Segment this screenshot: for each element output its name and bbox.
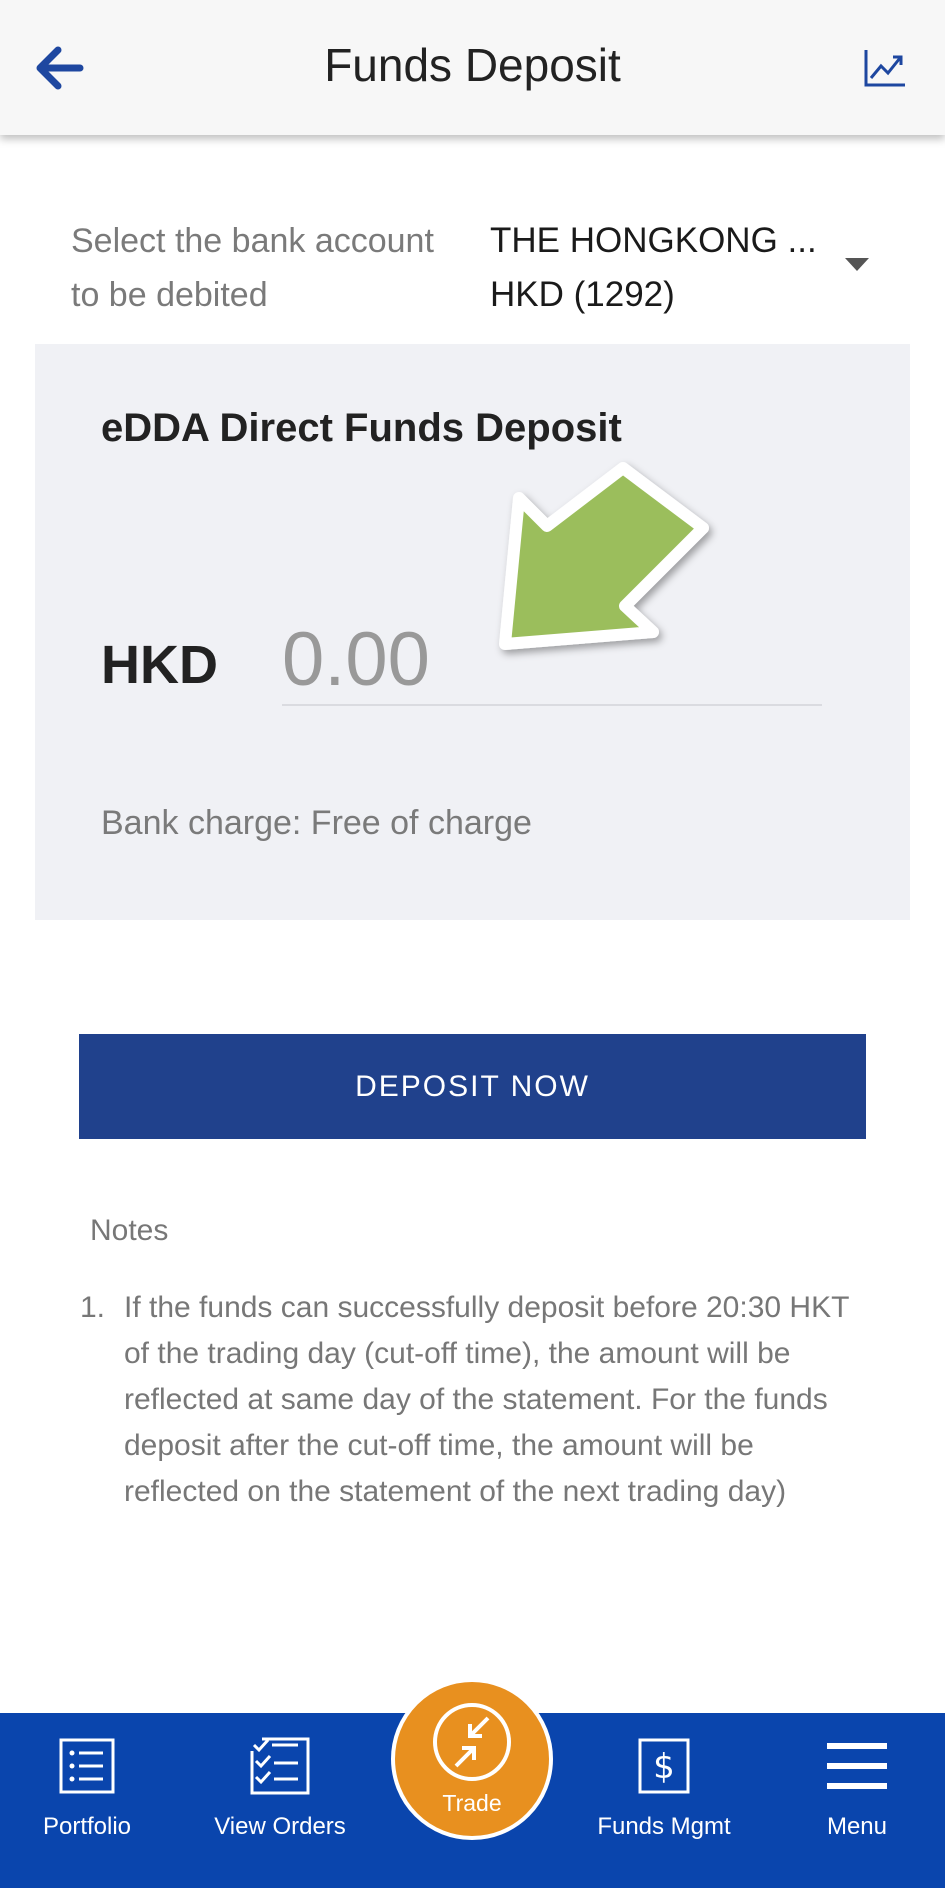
- chart-button[interactable]: [855, 38, 915, 98]
- green-arrow-icon: [499, 462, 709, 650]
- bank-charge-text: Bank charge: Free of charge: [101, 804, 532, 842]
- list-icon: [59, 1738, 115, 1794]
- trade-button[interactable]: Trade: [391, 1678, 553, 1840]
- bank-account-number: HKD (1292): [490, 275, 675, 314]
- note-text: If the funds can successfully deposit be…: [124, 1291, 849, 1508]
- nav-view-orders-label: View Orders: [214, 1813, 346, 1840]
- notes-title: Notes: [90, 1214, 169, 1247]
- bank-account-label: Select the bank account to be debited: [71, 222, 434, 314]
- bank-account-selector[interactable]: Select the bank account to be debited TH…: [0, 200, 945, 330]
- nav-portfolio[interactable]: Portfolio: [0, 1713, 177, 1888]
- trade-label: Trade: [442, 1790, 502, 1816]
- deposit-card: eDDA Direct Funds Deposit HKD Bank charg…: [35, 344, 910, 920]
- trade-arrows-icon: [433, 1703, 511, 1781]
- nav-menu[interactable]: Menu: [767, 1713, 945, 1888]
- checklist-icon: [250, 1737, 310, 1795]
- card-title: eDDA Direct Funds Deposit: [101, 406, 622, 450]
- deposit-now-button[interactable]: DEPOSIT NOW: [79, 1034, 866, 1139]
- nav-funds-mgmt[interactable]: $ Funds Mgmt: [574, 1713, 754, 1888]
- page-title: Funds Deposit: [324, 39, 621, 91]
- chart-line-icon: [864, 50, 905, 87]
- svg-text:$: $: [653, 1747, 675, 1787]
- nav-funds-mgmt-label: Funds Mgmt: [597, 1813, 731, 1840]
- hamburger-menu-icon: [827, 1743, 887, 1789]
- nav-menu-label: Menu: [826, 1813, 888, 1840]
- nav-view-orders[interactable]: View Orders: [190, 1713, 370, 1888]
- bank-account-value[interactable]: THE HONGKONG ... HKD (1292): [490, 214, 850, 322]
- nav-portfolio-label: Portfolio: [42, 1813, 132, 1840]
- app-header: Funds Deposit: [0, 0, 945, 135]
- dollar-icon: $: [638, 1738, 690, 1794]
- bank-name: THE HONGKONG ...: [490, 221, 817, 260]
- note-number: 1.: [80, 1291, 106, 1324]
- chevron-down-icon[interactable]: [845, 258, 869, 271]
- currency-label: HKD: [101, 635, 218, 695]
